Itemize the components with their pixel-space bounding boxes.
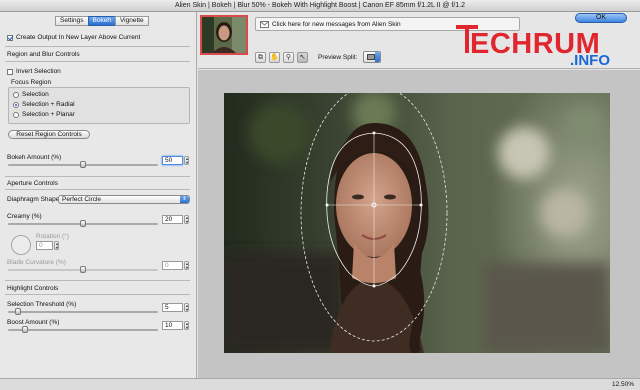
divider: [5, 189, 190, 190]
rotation-label: Rotation (°): [36, 233, 69, 240]
diaphragm-select[interactable]: Perfect Circle ⇕: [58, 195, 190, 204]
blade-curvature-slider[interactable]: [8, 266, 158, 273]
focus-option-radio[interactable]: [13, 111, 19, 118]
divider: [5, 61, 190, 62]
selection-threshold-field[interactable]: 5: [162, 303, 183, 312]
aperture-section-heading: Aperture Controls: [7, 180, 58, 187]
creamy-stepper[interactable]: ▲ ▼: [184, 215, 189, 224]
invert-selection-label: Invert Selection: [16, 68, 61, 75]
boost-amount-slider[interactable]: [8, 326, 158, 333]
message-text: Click here for new messages from Alien S…: [272, 21, 401, 28]
compare-icon[interactable]: ⧉: [255, 52, 266, 63]
hand-icon[interactable]: ✋: [269, 52, 280, 63]
tab-bokeh[interactable]: Bokeh: [87, 16, 116, 26]
slider-thumb[interactable]: [80, 266, 86, 273]
creamy-field[interactable]: 20: [162, 215, 183, 224]
techrum-logo: ECHRUM .INFO: [456, 22, 634, 69]
left-panel: Settings Bokeh Vignette Create Output In…: [0, 12, 197, 378]
highlight-section-heading: Highlight Controls: [7, 285, 59, 292]
invert-selection-row: Invert Selection: [7, 68, 61, 75]
tab-bar: Settings Bokeh Vignette: [55, 16, 149, 26]
preview-photo[interactable]: [224, 93, 610, 353]
rotation-stepper[interactable]: ▲ ▼: [54, 241, 59, 250]
diaphragm-label: Diaphragm Shape: [7, 196, 60, 203]
divider: [5, 46, 190, 47]
blade-curvature-field[interactable]: 0: [162, 261, 183, 270]
tab-settings[interactable]: Settings: [55, 16, 89, 26]
divider: [5, 294, 190, 295]
focus-option-row[interactable]: Selection + Planar: [13, 111, 75, 118]
region-section-heading: Region and Blur Controls: [7, 51, 80, 58]
boost-amount-label: Boost Amount (%): [7, 319, 60, 326]
focus-option-label: Selection + Radial: [22, 101, 75, 108]
boost-amount-stepper[interactable]: ▲ ▼: [184, 321, 189, 330]
bokeh-amount-label: Bokeh Amount (%): [7, 154, 62, 161]
navigator-thumbnail[interactable]: [200, 15, 248, 55]
focus-option-radio[interactable]: [13, 101, 19, 108]
window-title: Alien Skin | Bokeh | Blur 50% - Bokeh Wi…: [174, 2, 466, 9]
tab-vignette[interactable]: Vignette: [114, 16, 149, 26]
status-bar: 12.50%: [0, 378, 640, 390]
slider-thumb[interactable]: [15, 308, 21, 315]
boost-amount-field[interactable]: 10: [162, 321, 183, 330]
bokeh-amount-field[interactable]: 50: [162, 156, 183, 165]
creamy-label: Creamy (%): [7, 213, 42, 220]
focus-option-row[interactable]: Selection: [13, 91, 49, 98]
focus-region-group: Selection Selection + Radial Selection +…: [8, 87, 190, 124]
zoom-level: 12.50%: [611, 381, 634, 388]
split-view-icon: [367, 54, 375, 60]
pointer-icon[interactable]: ↖: [297, 52, 308, 63]
selection-threshold-slider[interactable]: [8, 308, 158, 315]
divider: [5, 176, 190, 177]
preview-canvas[interactable]: [198, 70, 640, 378]
slider-thumb[interactable]: [22, 326, 28, 333]
title-bar: Alien Skin | Bokeh | Blur 50% - Bokeh Wi…: [0, 0, 640, 12]
focus-option-row[interactable]: Selection + Radial: [13, 101, 75, 108]
focus-option-label: Selection + Planar: [22, 111, 75, 118]
rotation-dial-icon[interactable]: [10, 234, 32, 256]
bokeh-amount-slider[interactable]: [8, 161, 158, 168]
zoom-icon[interactable]: ⚲: [283, 52, 294, 63]
focus-region-label: Focus Region: [11, 79, 52, 86]
divider: [5, 280, 190, 281]
rotation-field[interactable]: 0: [36, 241, 53, 250]
selection-threshold-stepper[interactable]: ▲ ▼: [184, 303, 189, 312]
creamy-slider[interactable]: [8, 220, 158, 227]
create-output-label: Create Output In New Layer Above Current: [16, 34, 141, 41]
preview-split-select[interactable]: [363, 51, 381, 63]
blade-curvature-label: Blade Curvature (%): [7, 259, 66, 266]
envelope-icon: [260, 21, 269, 28]
preview-split-label: Preview Split:: [318, 54, 358, 61]
focus-option-radio[interactable]: [13, 91, 19, 98]
focus-option-label: Selection: [22, 91, 49, 98]
bokeh-amount-stepper[interactable]: ▲ ▼: [184, 156, 189, 165]
create-output-checkbox[interactable]: [7, 34, 13, 41]
reset-region-button[interactable]: Reset Region Controls: [8, 130, 90, 139]
selection-threshold-label: Selection Threshold (%): [7, 301, 77, 308]
blade-curvature-stepper[interactable]: ▲ ▼: [184, 261, 189, 270]
slider-thumb[interactable]: [80, 220, 86, 227]
chevron-updown-icon: ⇕: [180, 196, 189, 203]
slider-thumb[interactable]: [80, 161, 86, 168]
invert-selection-checkbox[interactable]: [7, 68, 13, 75]
create-output-row: Create Output In New Layer Above Current: [7, 34, 140, 41]
diaphragm-value: Perfect Circle: [62, 196, 102, 203]
svg-text:.INFO: .INFO: [570, 52, 610, 68]
